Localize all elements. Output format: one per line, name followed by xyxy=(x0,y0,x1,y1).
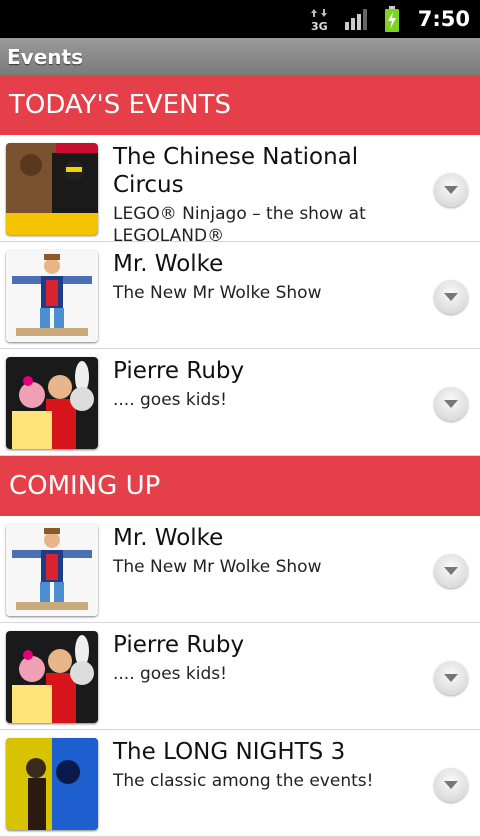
event-list-item[interactable]: The LONG NIGHTS 3 The classic among the … xyxy=(0,730,480,837)
event-title: Pierre Ruby xyxy=(113,632,245,658)
section-label: COMING UP xyxy=(9,471,161,501)
event-subtitle: The New Mr Wolke Show xyxy=(113,557,322,577)
event-thumbnail xyxy=(6,631,98,723)
section-header-today: TODAY'S EVENTS xyxy=(0,75,480,135)
event-title: Pierre Ruby xyxy=(113,358,245,384)
event-title: The Chinese National Circus xyxy=(113,144,359,198)
event-thumbnail xyxy=(6,143,98,235)
event-list-item[interactable]: Pierre Ruby .... goes kids! xyxy=(0,623,480,730)
event-title: Mr. Wolke xyxy=(113,525,224,551)
event-thumbnail xyxy=(6,524,98,616)
event-subtitle: The New Mr Wolke Show xyxy=(113,283,322,303)
expand-chevron-icon[interactable] xyxy=(434,280,468,314)
expand-chevron-icon[interactable] xyxy=(434,387,468,421)
event-thumbnail xyxy=(6,357,98,449)
clock: 7:50 xyxy=(417,7,470,31)
event-title: Mr. Wolke xyxy=(113,251,224,277)
event-thumbnail xyxy=(6,738,98,830)
event-subtitle: LEGO® Ninjago – the show at LEGOLAND® xyxy=(113,204,366,246)
event-list-item[interactable]: Mr. Wolke The New Mr Wolke Show xyxy=(0,516,480,623)
event-list-item[interactable]: Mr. Wolke The New Mr Wolke Show xyxy=(0,242,480,349)
event-subtitle: .... goes kids! xyxy=(113,390,227,410)
expand-chevron-icon[interactable] xyxy=(434,554,468,588)
expand-chevron-icon[interactable] xyxy=(434,661,468,695)
event-thumbnail xyxy=(6,250,98,342)
section-header-coming-up: COMING UP xyxy=(0,456,480,516)
event-subtitle: The classic among the events! xyxy=(113,771,374,791)
event-subtitle: .... goes kids! xyxy=(113,664,227,684)
event-list-item[interactable]: The Chinese National Circus LEGO® Ninjag… xyxy=(0,135,480,246)
signal-strength-icon xyxy=(344,8,370,30)
event-list-item[interactable]: Pierre Ruby .... goes kids! xyxy=(0,349,480,456)
expand-chevron-icon[interactable] xyxy=(434,173,468,207)
expand-chevron-icon[interactable] xyxy=(434,768,468,802)
event-title: The LONG NIGHTS 3 xyxy=(113,739,346,765)
battery-charging-icon xyxy=(384,6,400,32)
app-title: Events xyxy=(7,44,83,69)
status-bar: 3G 7:50 xyxy=(0,0,480,38)
app-title-bar: Events xyxy=(0,38,480,75)
network-3g-icon: 3G xyxy=(310,7,330,31)
section-label: TODAY'S EVENTS xyxy=(9,90,231,120)
svg-text:3G: 3G xyxy=(311,20,328,31)
